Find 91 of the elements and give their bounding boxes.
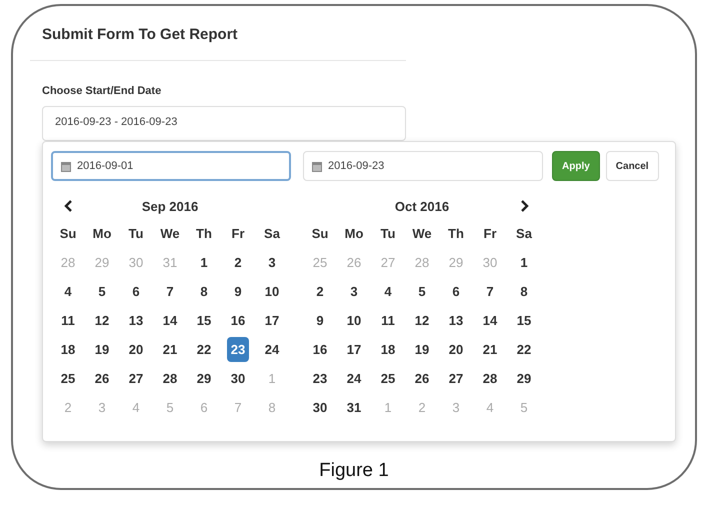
calendar-day[interactable]: 29	[512, 366, 536, 391]
calendar-day[interactable]: 3	[346, 279, 362, 304]
calendar-day[interactable]: 5	[414, 279, 430, 304]
calendar-day[interactable]: 21	[478, 337, 502, 362]
calendar-day[interactable]: 28	[158, 366, 182, 391]
figure-caption: Figure 1	[318, 460, 390, 483]
weekday-label: Tu	[128, 225, 144, 243]
calendar-day[interactable]: 10	[342, 308, 366, 333]
calendar-day[interactable]: 14	[158, 308, 182, 333]
calendar-day[interactable]: 6	[448, 279, 464, 304]
calendar-day[interactable]: 17	[342, 337, 366, 362]
form-title: Submit Form To Get Report	[42, 26, 239, 43]
calendar-day[interactable]: 2	[312, 279, 328, 304]
weekday-label: We	[159, 225, 181, 243]
calendar-day[interactable]: 24	[260, 337, 284, 362]
calendar-day[interactable]: 19	[90, 337, 114, 362]
calendar-day[interactable]: 25	[56, 366, 80, 391]
calendar-day[interactable]: 20	[444, 337, 468, 362]
calendar-day[interactable]: 12	[410, 308, 434, 333]
weekday-label: Fr	[482, 225, 498, 243]
next-month-icon[interactable]	[520, 200, 528, 212]
calendar-day[interactable]: 24	[342, 366, 366, 391]
calendar-day[interactable]: 16	[226, 308, 250, 333]
calendar-day[interactable]: 9	[230, 279, 246, 304]
month-title: Sep 2016	[140, 198, 200, 214]
previous-month-icon[interactable]	[64, 200, 72, 212]
end-date-field[interactable]: 2016-09-23	[303, 151, 543, 181]
weekday-label: Th	[447, 225, 465, 243]
calendar-day[interactable]: 7	[482, 279, 498, 304]
calendar-day[interactable]: 17	[260, 308, 284, 333]
calendar-day[interactable]: 22	[192, 337, 216, 362]
weekday-label: Mo	[344, 225, 364, 243]
calendar-day[interactable]: 1	[516, 250, 532, 275]
calendar-icon	[312, 160, 322, 172]
field-label: Choose Start/End Date	[42, 85, 162, 97]
weekday-label: Mo	[92, 225, 112, 243]
weekday-label: Tu	[380, 225, 396, 243]
calendar-day[interactable]: 18	[376, 337, 400, 362]
calendar-day[interactable]: 15	[192, 308, 216, 333]
weekday-label: Su	[310, 225, 330, 243]
calendar-day[interactable]: 27	[444, 366, 468, 391]
calendar-day[interactable]: 2	[230, 250, 246, 275]
calendar-day[interactable]: 18	[56, 337, 80, 362]
calendar-day[interactable]: 20	[124, 337, 148, 362]
weekday-label: Th	[195, 225, 213, 243]
calendar-day[interactable]: 19	[410, 337, 434, 362]
month-title: Oct 2016	[394, 198, 450, 214]
calendar-day[interactable]: 13	[444, 308, 468, 333]
calendar-day[interactable]: 30	[308, 395, 332, 420]
calendar-icon	[61, 160, 71, 172]
weekday-label: Su	[58, 225, 78, 243]
end-date-value: 2016-09-23	[328, 160, 384, 172]
calendar-day[interactable]: 1	[196, 250, 212, 275]
cancel-button[interactable]: Cancel	[606, 151, 659, 181]
calendar-day[interactable]: 10	[260, 279, 284, 304]
calendar-day[interactable]: 25	[376, 366, 400, 391]
calendar-day[interactable]: 4	[60, 279, 76, 304]
calendar-day[interactable]: 6	[128, 279, 144, 304]
calendar-day[interactable]: 8	[516, 279, 532, 304]
weekday-label: We	[411, 225, 433, 243]
calendar-day[interactable]: 31	[342, 395, 366, 420]
weekday-label: Sa	[515, 225, 533, 243]
calendar-day[interactable]: 8	[196, 279, 212, 304]
calendar-day[interactable]: 23	[308, 366, 332, 391]
calendar-day[interactable]: 21	[158, 337, 182, 362]
calendar-day[interactable]: 26	[410, 366, 434, 391]
date-range-field[interactable]: 2016-09-23 - 2016-09-23	[42, 106, 406, 141]
calendar-day[interactable]: 13	[124, 308, 148, 333]
start-date-value: 2016-09-01	[77, 160, 134, 172]
weekday-label: Sa	[263, 225, 281, 243]
calendar-day[interactable]: 27	[124, 366, 148, 391]
calendar-day[interactable]: 15	[512, 308, 536, 333]
calendar-day[interactable]: 22	[512, 337, 536, 362]
calendar-day[interactable]: 11	[377, 308, 399, 333]
weekday-label: Fr	[230, 225, 246, 243]
calendar-day[interactable]: 5	[94, 279, 110, 304]
apply-button[interactable]: Apply	[552, 151, 600, 181]
calendar-day[interactable]: 11	[57, 308, 79, 333]
calendar-day[interactable]: 12	[90, 308, 114, 333]
start-date-field[interactable]: 2016-09-01	[51, 151, 291, 181]
calendar-day[interactable]: 7	[162, 279, 178, 304]
calendar-day[interactable]: 28	[478, 366, 502, 391]
calendar-day[interactable]: 16	[308, 337, 332, 362]
calendar-day[interactable]: 9	[312, 308, 328, 333]
calendar-day[interactable]: 26	[90, 366, 114, 391]
calendar-day[interactable]: 14	[478, 308, 502, 333]
calendar-day[interactable]: 4	[380, 279, 396, 304]
calendar-day[interactable]: 30	[226, 366, 250, 391]
calendar-day[interactable]: 23	[226, 337, 250, 362]
calendar-day[interactable]: 3	[264, 250, 280, 275]
calendar-day[interactable]: 29	[192, 366, 216, 391]
